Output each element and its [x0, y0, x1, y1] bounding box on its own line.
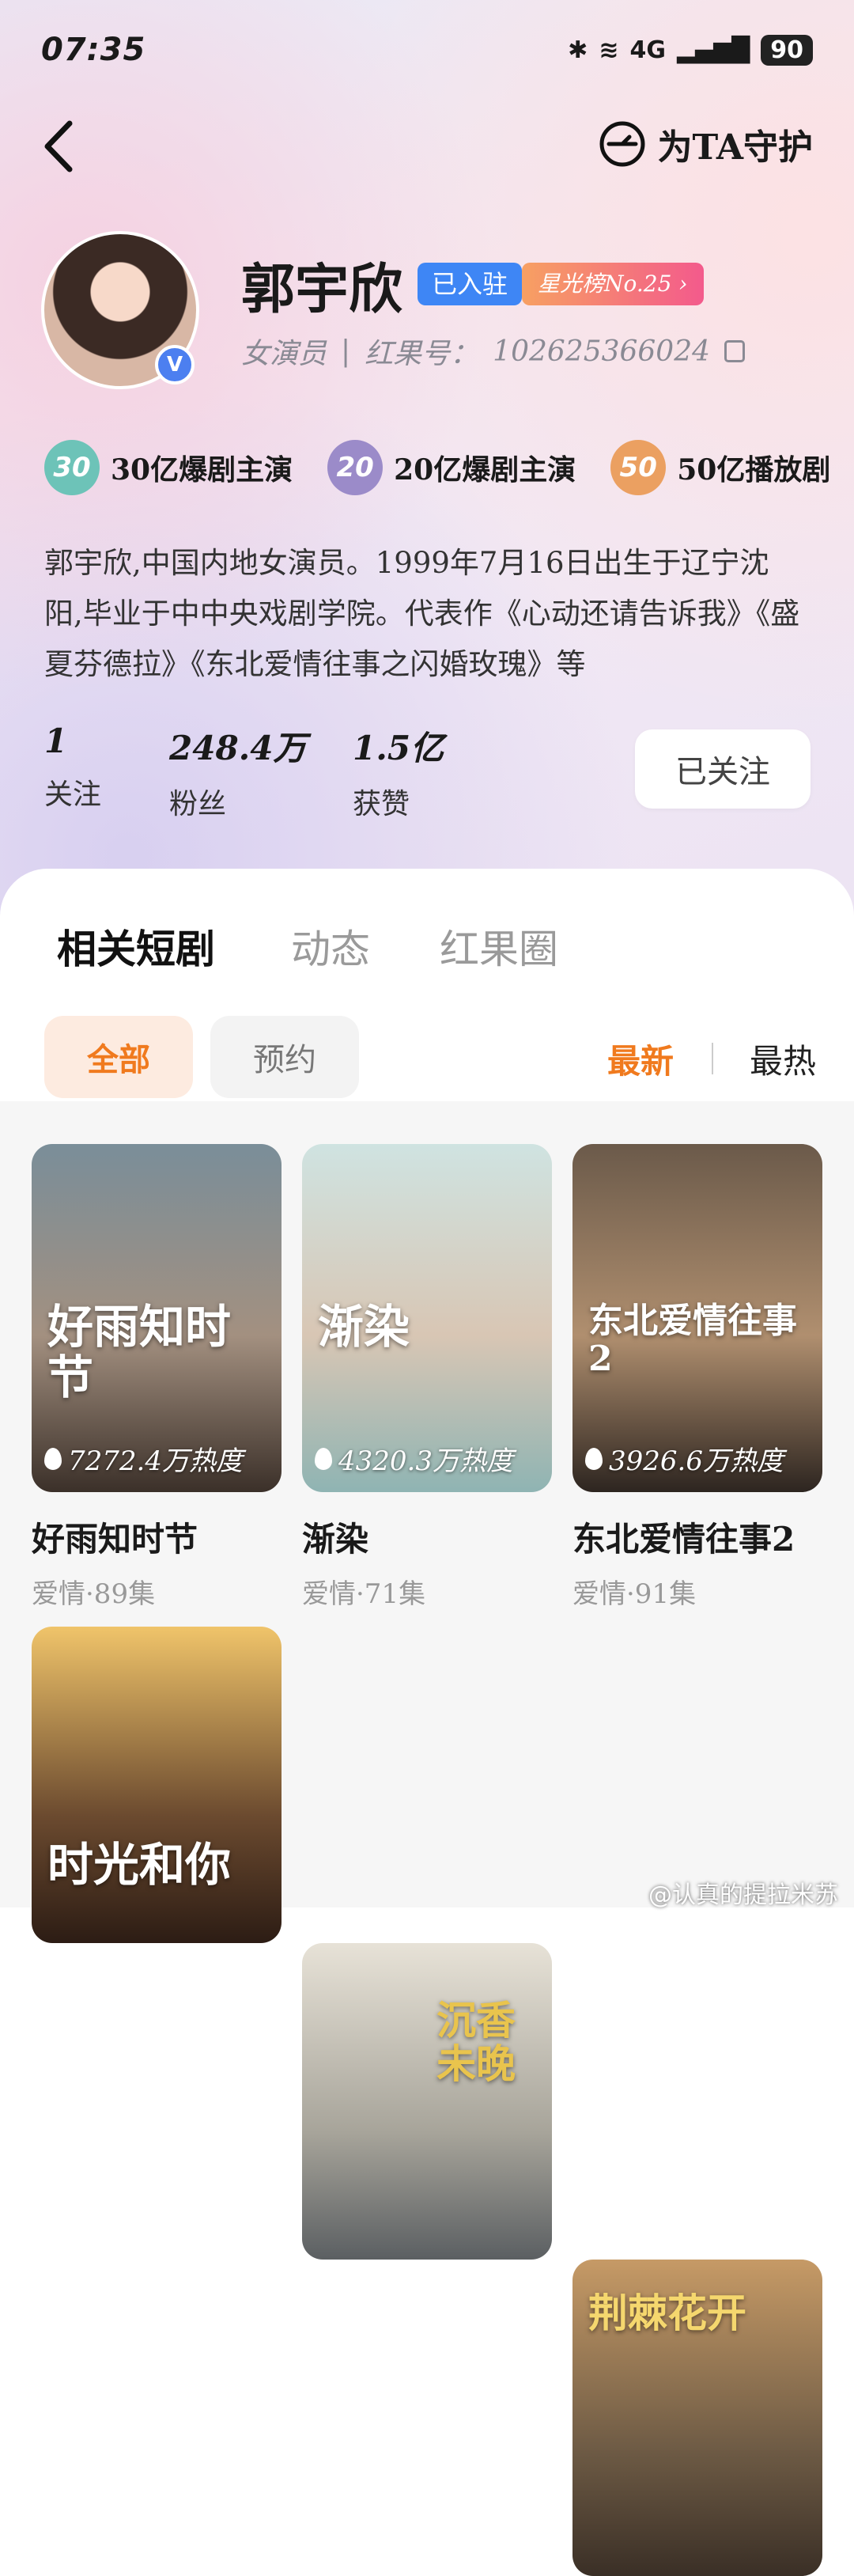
guard-icon [599, 121, 645, 167]
wifi-icon: ≋ [599, 36, 619, 64]
heat-value: 3926.6万热度 [609, 1445, 784, 1477]
copy-icon[interactable] [724, 340, 746, 362]
drama-meta: 爱情·89集 [32, 1578, 156, 1610]
achievement-label: 20亿爆剧主演 [394, 453, 576, 487]
joined-badge: 已入驻 [418, 263, 523, 305]
flame-icon [315, 1447, 332, 1470]
achievement-label: 50亿播放剧 [677, 453, 831, 487]
poster-title: 东北爱情往事2 [588, 1301, 797, 1380]
drama-poster[interactable]: 东北爱情往事2 3926.6万热度 [572, 1144, 822, 1492]
divider: | [341, 335, 351, 368]
rank-badge-label: 星光榜No.25 [538, 271, 672, 297]
stat-fans[interactable]: 248.4万 粉丝 [169, 722, 307, 822]
achievement-icon: 20 [327, 440, 384, 495]
flame-icon [44, 1447, 62, 1470]
poster-title: 好雨知时节 [47, 1300, 232, 1404]
stat-value: 1.5亿 [353, 729, 444, 767]
drama-card[interactable]: 好雨知时节 7272.4万热度 好雨知时节 爱情·89集 [32, 1144, 282, 1611]
poster-title: 荆棘花开 [588, 2290, 746, 2336]
sort-divider [712, 1043, 713, 1074]
rank-badge[interactable]: 星光榜No.25 › [522, 263, 704, 305]
drama-poster[interactable]: 好雨知时节 7272.4万热度 [32, 1144, 282, 1492]
chevron-right-icon: › [678, 271, 688, 297]
achievement-item: 30 30亿爆剧主演 [44, 440, 293, 495]
drama-title: 好雨知时节 [32, 1520, 198, 1559]
drama-title: 渐染 [302, 1520, 369, 1559]
stat-likes: 1.5亿 获赞 [353, 722, 444, 822]
bluetooth-icon: ✱ [568, 36, 588, 64]
stat-label: 获赞 [353, 788, 410, 820]
network-label: 4G [629, 36, 666, 64]
id-value: 102625366024 [493, 335, 711, 368]
stat-label: 关注 [44, 778, 102, 811]
stat-value: 248.4万 [169, 729, 307, 767]
tab-updates[interactable]: 动态 [291, 918, 370, 975]
stat-label: 粉丝 [169, 788, 227, 820]
profile-name: 郭宇欣 [241, 258, 403, 321]
guard-button[interactable]: 为TA守护 [598, 119, 813, 169]
heat-value: 7272.4万热度 [68, 1445, 243, 1477]
status-time: 07:35 [41, 32, 146, 68]
follow-button[interactable]: 已关注 [635, 729, 811, 809]
drama-meta: 爱情·71集 [302, 1578, 426, 1610]
drama-poster[interactable]: 时光和你 [32, 1627, 282, 1943]
status-icons: ✱ ≋ 4G ▂▄▆█ 90 [568, 35, 813, 66]
drama-card[interactable]: 东北爱情往事2 3926.6万热度 东北爱情往事2 爱情·91集 [572, 1144, 822, 1611]
achievement-item: 50 50亿播放剧 [610, 440, 830, 495]
achievements-row: 30 30亿爆剧主演 20 20亿爆剧主演 50 50亿播放剧 [44, 440, 830, 495]
drama-poster[interactable]: 沉香未晚 [302, 1943, 552, 2260]
achievement-icon: 50 [610, 440, 667, 495]
heat-badge: 7272.4万热度 [44, 1439, 243, 1478]
achievement-label: 30亿爆剧主演 [111, 453, 293, 487]
heat-badge: 4320.3万热度 [315, 1439, 513, 1478]
profile-subline: 女演员 | 红果号： 102625366024 [241, 331, 746, 372]
flame-icon [585, 1447, 603, 1470]
id-label: 红果号： [365, 338, 479, 370]
sort-hottest[interactable]: 最热 [750, 1035, 816, 1083]
filter-all[interactable]: 全部 [44, 1016, 193, 1098]
filter-reserve[interactable]: 预约 [210, 1016, 359, 1098]
tab-related-dramas[interactable]: 相关短剧 [57, 918, 215, 975]
stat-value: 1 [44, 722, 68, 760]
tab-community[interactable]: 红果圈 [440, 918, 558, 975]
drama-card[interactable]: 渐染 4320.3万热度 渐染 爱情·71集 [302, 1144, 552, 1611]
signal-bars-icon: ▂▄▆█ [676, 36, 750, 64]
heat-value: 4320.3万热度 [338, 1445, 513, 1477]
drama-meta: 爱情·91集 [572, 1578, 697, 1610]
achievement-icon: 30 [44, 440, 100, 495]
heat-badge: 3926.6万热度 [585, 1439, 784, 1478]
battery-indicator: 90 [761, 35, 813, 66]
poster-title: 沉香未晚 [436, 1997, 516, 2087]
drama-poster[interactable]: 渐染 4320.3万热度 [302, 1144, 552, 1492]
achievement-item: 20 20亿爆剧主演 [327, 440, 576, 495]
back-arrow-icon[interactable] [41, 119, 76, 174]
sort-newest[interactable]: 最新 [607, 1035, 674, 1083]
stat-following[interactable]: 1 关注 [44, 722, 101, 813]
guard-label: 为TA守护 [657, 127, 813, 168]
drama-poster[interactable]: 荆棘花开 [572, 2260, 822, 2576]
poster-title: 渐染 [318, 1300, 410, 1354]
drama-title: 东北爱情往事2 [572, 1520, 795, 1559]
watermark: @认真的提拉米苏 [648, 1881, 838, 1909]
role-label: 女演员 [241, 338, 327, 370]
poster-title: 时光和你 [47, 1838, 232, 1892]
bio-text: 郭宇欣,中国内地女演员。1999年7月16日出生于辽宁沈阳,毕业于中中央戏剧学院… [44, 546, 800, 681]
verified-icon: V [155, 345, 195, 385]
